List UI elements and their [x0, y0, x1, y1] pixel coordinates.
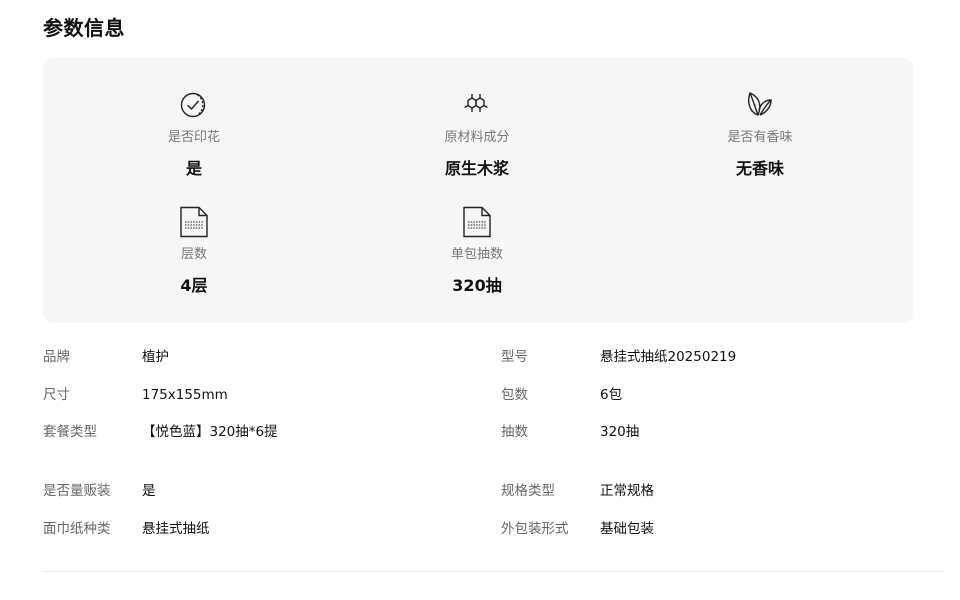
- document-icon: [460, 205, 494, 239]
- document-icon: [177, 205, 211, 239]
- attr-label: 是否有香味: [727, 130, 793, 145]
- highlight-panel: 是否印花 是 原材料成分 原生木浆 是否有香味 无香味 层数 4层 单包抽数 3…: [43, 58, 913, 323]
- spec-label: 品牌: [43, 349, 70, 365]
- divider: [43, 571, 943, 572]
- spec-label: 外包装形式: [501, 521, 569, 537]
- spec-label: 套餐类型: [43, 424, 97, 440]
- spec-value: 【悦色蓝】320抽*6提: [142, 424, 278, 440]
- spec-label: 型号: [501, 349, 528, 365]
- attr-card-material: 原材料成分 原生木浆: [377, 88, 577, 178]
- spec-label: 是否量贩装: [43, 483, 111, 499]
- spec-value: 是: [142, 483, 156, 499]
- leaf-icon: [743, 88, 777, 122]
- spec-label: 规格类型: [501, 483, 555, 499]
- attr-card-printed: 是否印花 是: [94, 88, 294, 178]
- spec-label: 尺寸: [43, 387, 70, 403]
- spec-label: 面巾纸种类: [43, 521, 111, 537]
- attr-label: 单包抽数: [450, 247, 503, 262]
- spec-value: 正常规格: [600, 483, 654, 499]
- attr-card-sheets: 单包抽数 320抽: [377, 205, 577, 295]
- spec-value: 植护: [142, 349, 169, 365]
- attr-value: 是: [185, 159, 202, 178]
- attr-label: 原材料成分: [444, 130, 510, 145]
- spec-value: 基础包装: [600, 521, 654, 537]
- spec-value: 175x155mm: [142, 387, 228, 403]
- attr-label: 层数: [180, 247, 207, 262]
- spec-value: 悬挂式抽纸: [142, 521, 210, 537]
- attr-card-layers: 层数 4层: [94, 205, 294, 295]
- attr-label: 是否印花: [167, 130, 220, 145]
- spec-value: 320抽: [600, 424, 640, 440]
- check-circle-icon: [177, 88, 211, 122]
- spec-label: 包数: [501, 387, 528, 403]
- molecule-icon: [460, 88, 494, 122]
- attr-value: 320抽: [452, 276, 502, 295]
- attr-value: 无香味: [735, 159, 784, 178]
- section-title: 参数信息: [43, 16, 125, 40]
- attr-value: 原生木浆: [444, 159, 509, 178]
- spec-value: 悬挂式抽纸20250219: [600, 349, 737, 365]
- attr-value: 4层: [180, 276, 208, 295]
- product-params-page: 参数信息 是否印花 是 原材料成分 原生木浆 是否有香味 无香味 层数 4层 单…: [0, 0, 960, 600]
- spec-value: 6包: [600, 387, 623, 403]
- spec-label: 抽数: [501, 424, 528, 440]
- attr-card-scent: 是否有香味 无香味: [660, 88, 860, 178]
